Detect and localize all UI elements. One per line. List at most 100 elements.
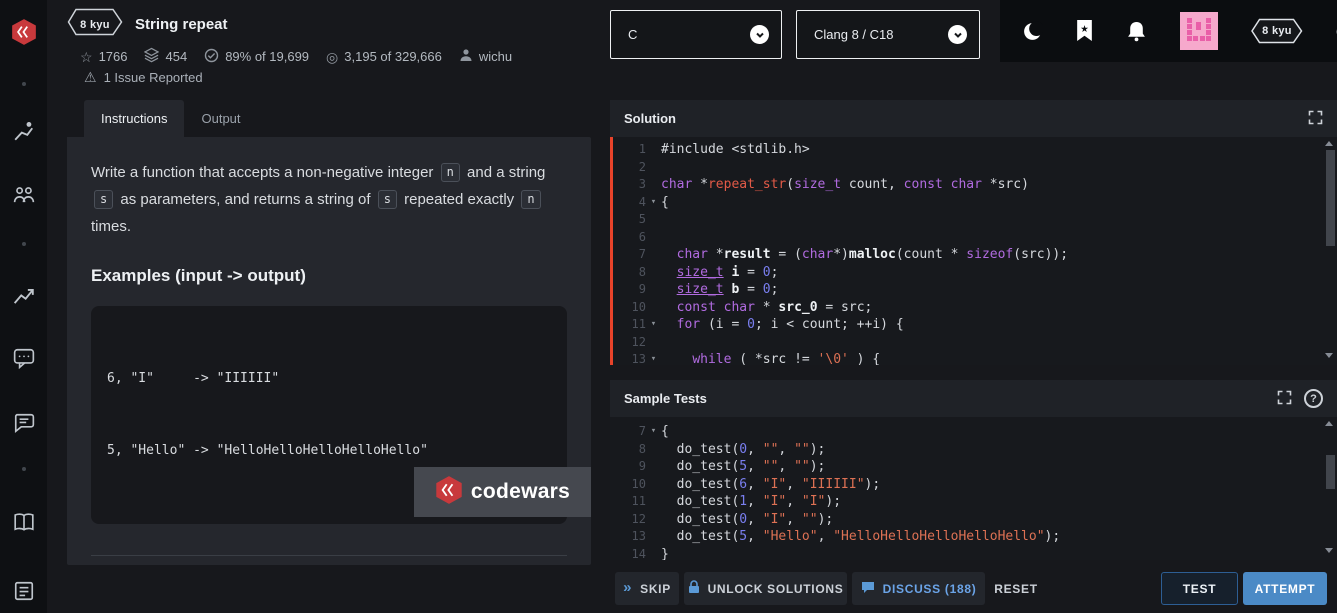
unlock-label: UNLOCK SOLUTIONS [708,582,844,596]
code-line: 1#include <stdlib.h> [610,141,1337,159]
reset-label: RESET [994,582,1038,596]
expand-icon[interactable] [1308,110,1323,128]
docs-book-icon[interactable] [13,511,35,533]
version-select[interactable]: Clang 8 / C18 [796,10,980,59]
stat-satisfaction: 89% of 19,699 [204,48,309,66]
train-icon[interactable] [13,120,35,142]
code-line: 8 do_test(0, "", ""); [610,441,1337,459]
scroll-down-arrow[interactable] [1325,548,1333,553]
code-line: 2 [610,159,1337,177]
user-toolbar: ★ 8 kyu 6 [1000,0,1337,62]
warning-icon: ⚠ [84,69,97,86]
code-line: 13▾ while ( *src != '\0' ) { [610,351,1337,365]
description-tabs: Instructions Output [84,100,258,137]
chat-icon[interactable] [13,347,35,369]
scroll-down-arrow[interactable] [1325,353,1333,358]
code-line: 10 do_test(6, "I", "IIIIII"); [610,476,1337,494]
examples-heading: Examples (input -> output) [91,266,567,286]
svg-text:★: ★ [1080,23,1088,34]
author-icon [459,48,473,65]
kata-rank-label: 8 kyu [67,8,123,41]
code-line: 8 size_t i = 0; [610,264,1337,282]
code-line: 3char *repeat_str(size_t count, const ch… [610,176,1337,194]
expand-icon[interactable] [1277,390,1292,408]
solution-editor[interactable]: 1#include <stdlib.h>23char *repeat_str(s… [610,137,1337,365]
user-rank-badge[interactable]: 8 kyu [1251,18,1303,44]
author-name: wichu [479,49,512,64]
code-line: 11▾ for (i = 0; i < count; ++i) { [610,316,1337,334]
stat-stars: ☆ 1766 [80,49,127,64]
skip-label: SKIP [640,582,671,596]
discourse-icon[interactable] [13,412,35,434]
scroll-up-arrow[interactable] [1325,421,1333,426]
stat-collections: 454 [144,47,187,66]
satisfaction-icon [204,48,219,66]
stat-author[interactable]: wichu [459,48,512,65]
code-line: 7 char *result = (char*)malloc(count * s… [610,246,1337,264]
scrollbar-thumb[interactable] [1326,150,1335,246]
kata-description: Write a function that accepts a non-nega… [91,159,567,240]
discuss-button[interactable]: DISCUSS (188) [852,572,985,605]
code-line: 10 const char * src_0 = src; [610,299,1337,317]
issue-reported[interactable]: ⚠ 1 Issue Reported [84,69,203,86]
chevron-down-icon [750,25,769,44]
dark-mode-moon-icon[interactable] [1022,21,1043,42]
stat-satisfaction-value: 89% of 19,699 [225,49,309,64]
solution-panel-title: Solution [624,111,676,126]
test-label: TEST [1183,582,1216,596]
code-line: 11 do_test(1, "I", "I"); [610,493,1337,511]
stat-stars-value: 1766 [99,49,128,64]
skip-button[interactable]: » SKIP [615,572,679,605]
workspace-column: C Clang 8 / C18 ★ 8 kyu 6 Solution 1#inc… [610,0,1337,613]
tab-instructions[interactable]: Instructions [84,100,184,137]
code-line: 14} [610,546,1337,561]
reset-button[interactable]: RESET [989,572,1043,605]
collections-icon [144,47,159,66]
scroll-up-arrow[interactable] [1325,141,1333,146]
leaderboard-icon[interactable] [13,184,35,206]
nav-dot[interactable] [22,467,26,471]
bookmark-icon[interactable]: ★ [1076,20,1093,42]
attempt-button[interactable]: ATTEMPT [1243,572,1327,605]
issue-label: 1 Issue Reported [104,70,203,85]
codewars-watermark-text: codewars [471,480,570,504]
example-line: 5, "Hello" -> "HelloHelloHelloHelloHello… [107,439,551,463]
lock-icon [688,580,700,597]
test-button[interactable]: TEST [1161,572,1238,605]
nav-dot[interactable] [22,82,26,86]
solution-panel-header: Solution [610,100,1337,137]
language-select[interactable]: C [610,10,782,59]
code-line: 9 do_test(5, "", ""); [610,458,1337,476]
scrollbar-thumb[interactable] [1326,455,1335,489]
progress-chart-icon[interactable] [13,285,35,307]
help-icon[interactable]: ? [1304,389,1323,408]
stat-completed: ◎ 3,195 of 329,666 [326,49,442,64]
stat-collections-value: 454 [165,49,187,64]
kata-rank-badge: 8 kyu [67,8,123,41]
codewars-watermark-logo [435,475,463,510]
discuss-label: DISCUSS (188) [883,582,977,596]
avatar[interactable] [1180,12,1218,50]
user-rank-label: 8 kyu [1251,18,1303,44]
sample-tests-panel-title: Sample Tests [624,391,707,406]
divider [91,555,567,556]
sample-tests-panel-header: Sample Tests ? [610,380,1337,417]
notifications-bell-icon[interactable] [1126,21,1147,42]
chevron-down-icon [948,25,967,44]
skip-icon: » [623,580,632,595]
unlock-solutions-button[interactable]: UNLOCK SOLUTIONS [684,572,847,605]
action-bar: » SKIP UNLOCK SOLUTIONS DISCUSS (188) RE… [610,570,1337,613]
target-icon: ◎ [326,50,338,64]
code-line: 9 size_t b = 0; [610,281,1337,299]
star-icon: ☆ [80,50,93,64]
code-line: 4▾{ [610,194,1337,212]
nav-dot[interactable] [22,242,26,246]
tab-output[interactable]: Output [184,100,257,137]
language-select-value: C [628,27,637,42]
editor-error-strip [610,137,613,365]
code-line: 7▾{ [610,423,1337,441]
blog-icon[interactable] [13,580,35,602]
codewars-logo[interactable] [11,18,37,46]
sample-tests-editor[interactable]: 7▾{8 do_test(0, "", "");9 do_test(5, "",… [610,417,1337,560]
kata-stats: ☆ 1766 454 89% of 19,699 ◎ 3,195 of 329,… [80,47,512,66]
